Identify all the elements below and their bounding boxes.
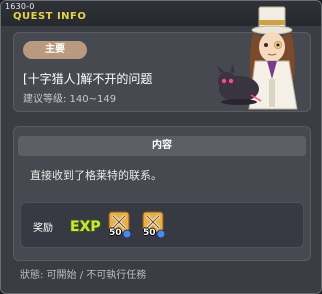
item-count: 50 xyxy=(109,228,122,238)
content-text: 直接收到了格莱特的联系。 xyxy=(30,169,162,182)
reward-label: 奖励 xyxy=(33,223,53,234)
quest-title: [十字猎人]解不开的问题 xyxy=(23,72,153,86)
quest-info-window: 1630-0 QUEST INFO 主要 [十字猎人]解不开的问题 建议等级: … xyxy=(0,0,322,294)
item-count: 50 xyxy=(143,228,156,238)
quest-type-badge: 主要 xyxy=(23,41,87,59)
weapon-bundle-icon[interactable]: 50 xyxy=(139,208,167,242)
recommended-level: 建议等级: 140~149 xyxy=(23,94,117,105)
svg-text:EXP: EXP xyxy=(70,219,101,235)
exp-icon[interactable]: EXP xyxy=(68,213,102,237)
content-header: 内容 xyxy=(18,136,306,156)
content-panel: 内容 直接收到了格莱特的联系。 奖励 EXP 50 50 xyxy=(13,126,311,261)
quest-id: 1630-0 xyxy=(5,2,35,11)
weapon-bundle-icon[interactable]: 50 xyxy=(105,208,133,242)
reward-panel: 奖励 EXP 50 50 xyxy=(20,202,304,248)
quest-status: 狀態: 可開始 / 不可執行任務 xyxy=(20,270,147,281)
window-title: QUEST INFO xyxy=(13,11,87,22)
npc-portrait xyxy=(217,6,298,110)
